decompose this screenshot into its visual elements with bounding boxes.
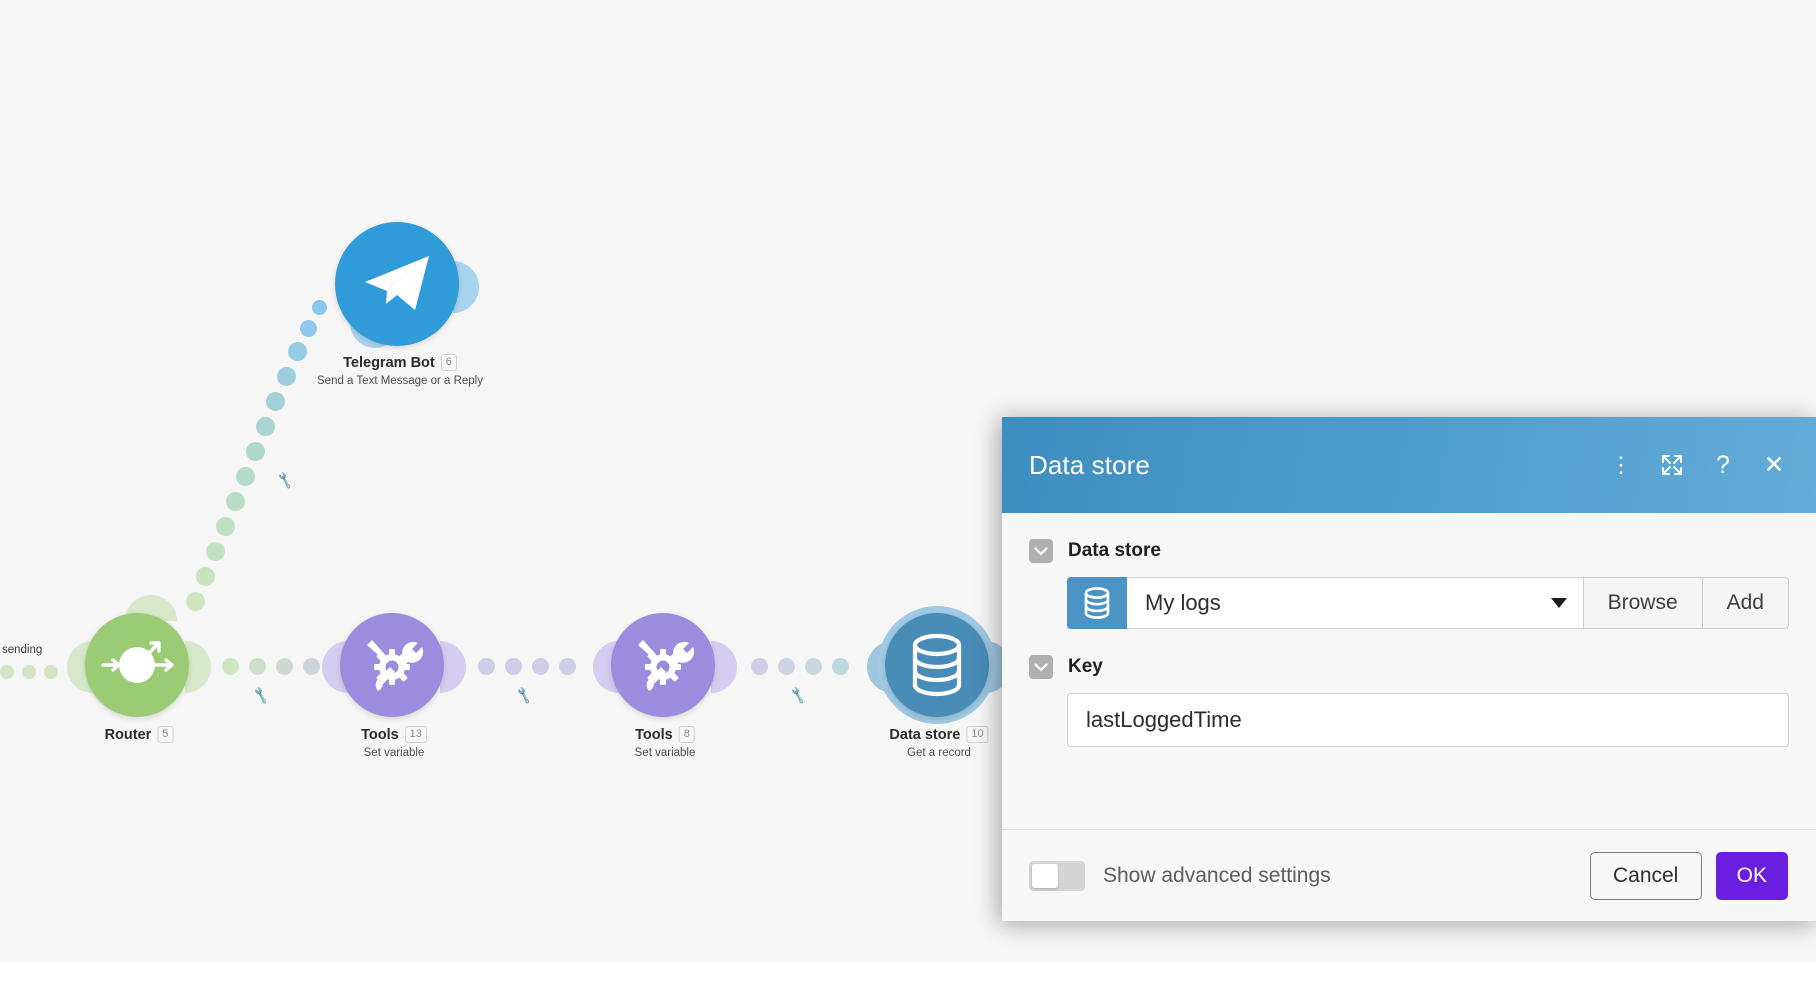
node-subtitle: Send a Text Message or a Reply [317, 375, 483, 387]
node-title: Telegram Bot [343, 354, 435, 371]
data-store-select[interactable]: My logs [1127, 577, 1583, 629]
ok-button[interactable]: OK [1715, 851, 1788, 900]
chevron-down-icon [1550, 598, 1567, 608]
database-icon [885, 613, 989, 717]
dialog-body: Data store My logs Browse Add Key lastLo… [1002, 513, 1816, 829]
data-store-field-header: Data store [1029, 539, 1789, 563]
dialog-header-actions: ⋮ ? ✕ [1609, 451, 1786, 480]
node-caption: Data store 10 Get a record [889, 726, 989, 759]
database-icon [1067, 577, 1127, 629]
key-label: Key [1068, 656, 1103, 677]
node-title: Tools [635, 726, 673, 743]
chevron-down-icon[interactable] [1029, 655, 1053, 679]
node-subtitle: Set variable [363, 747, 425, 759]
chevron-down-icon[interactable] [1029, 539, 1053, 563]
help-icon[interactable]: ? [1711, 451, 1735, 479]
tools-icon [611, 613, 715, 717]
connector-dot [44, 665, 58, 679]
router-icon [85, 613, 189, 717]
node-subtitle: Get a record [907, 747, 971, 759]
data-store-label: Data store [1068, 540, 1161, 561]
connector-dot [0, 665, 14, 679]
node-data-store-10[interactable]: Data store 10 Get a record [867, 606, 1011, 759]
node-caption: Telegram Bot 6 Send a Text Message or a R… [317, 354, 483, 387]
add-button[interactable]: Add [1701, 577, 1789, 629]
node-subtitle: Set variable [634, 747, 696, 759]
expand-icon[interactable] [1660, 452, 1684, 478]
node-badge: 10 [966, 726, 989, 744]
data-store-dialog: Data store ⋮ ? ✕ Data store My logs Brow… [1002, 417, 1816, 921]
data-store-selected-value: My logs [1145, 590, 1221, 615]
close-icon[interactable]: ✕ [1762, 451, 1786, 479]
app-root: sending Telegram Bot 6 Send a Text Messag… [0, 0, 1816, 986]
node-tools-8[interactable]: Tools 8 Set variable [593, 613, 737, 759]
node-badge: 13 [404, 726, 427, 744]
browse-button[interactable]: Browse [1582, 577, 1702, 629]
node-badge: 8 [678, 726, 695, 744]
node-caption: Router 5 [105, 726, 174, 744]
key-input[interactable] [1067, 693, 1789, 747]
node-badge: 6 [440, 354, 457, 372]
node-title: Tools [361, 726, 399, 743]
node-caption: Tools 8 Set variable [634, 726, 696, 759]
node-router[interactable]: Router 5 [67, 595, 211, 744]
cancel-button[interactable]: Cancel [1589, 851, 1702, 900]
node-telegram-bot[interactable]: Telegram Bot 6 Send a Text Message or a R… [317, 222, 483, 387]
toggle-knob [1032, 863, 1058, 888]
dialog-title: Data store [1029, 449, 1150, 480]
node-caption: Tools 13 Set variable [361, 726, 427, 759]
more-options-icon[interactable]: ⋮ [1609, 452, 1633, 478]
node-title: Data store [889, 726, 961, 743]
wrench-icon: 🔧 [788, 686, 808, 705]
dialog-footer: Show advanced settings Cancel OK [1002, 829, 1816, 921]
show-advanced-settings-label: Show advanced settings [1103, 863, 1331, 887]
wrench-icon: 🔧 [514, 686, 534, 705]
node-tools-13[interactable]: Tools 13 Set variable [322, 613, 466, 759]
route-label: sending [2, 644, 43, 656]
telegram-icon [335, 222, 459, 346]
show-advanced-settings-toggle[interactable] [1029, 860, 1085, 891]
dialog-header: Data store ⋮ ? ✕ [1002, 417, 1816, 513]
connector-dot [22, 665, 36, 679]
node-title: Router [104, 726, 152, 743]
wrench-icon: 🔧 [275, 471, 295, 490]
node-badge: 5 [157, 726, 174, 744]
data-store-control-row: My logs Browse Add [1067, 577, 1789, 629]
key-field-header: Key [1029, 655, 1789, 679]
tools-icon [340, 613, 444, 717]
wrench-icon: 🔧 [251, 686, 271, 705]
